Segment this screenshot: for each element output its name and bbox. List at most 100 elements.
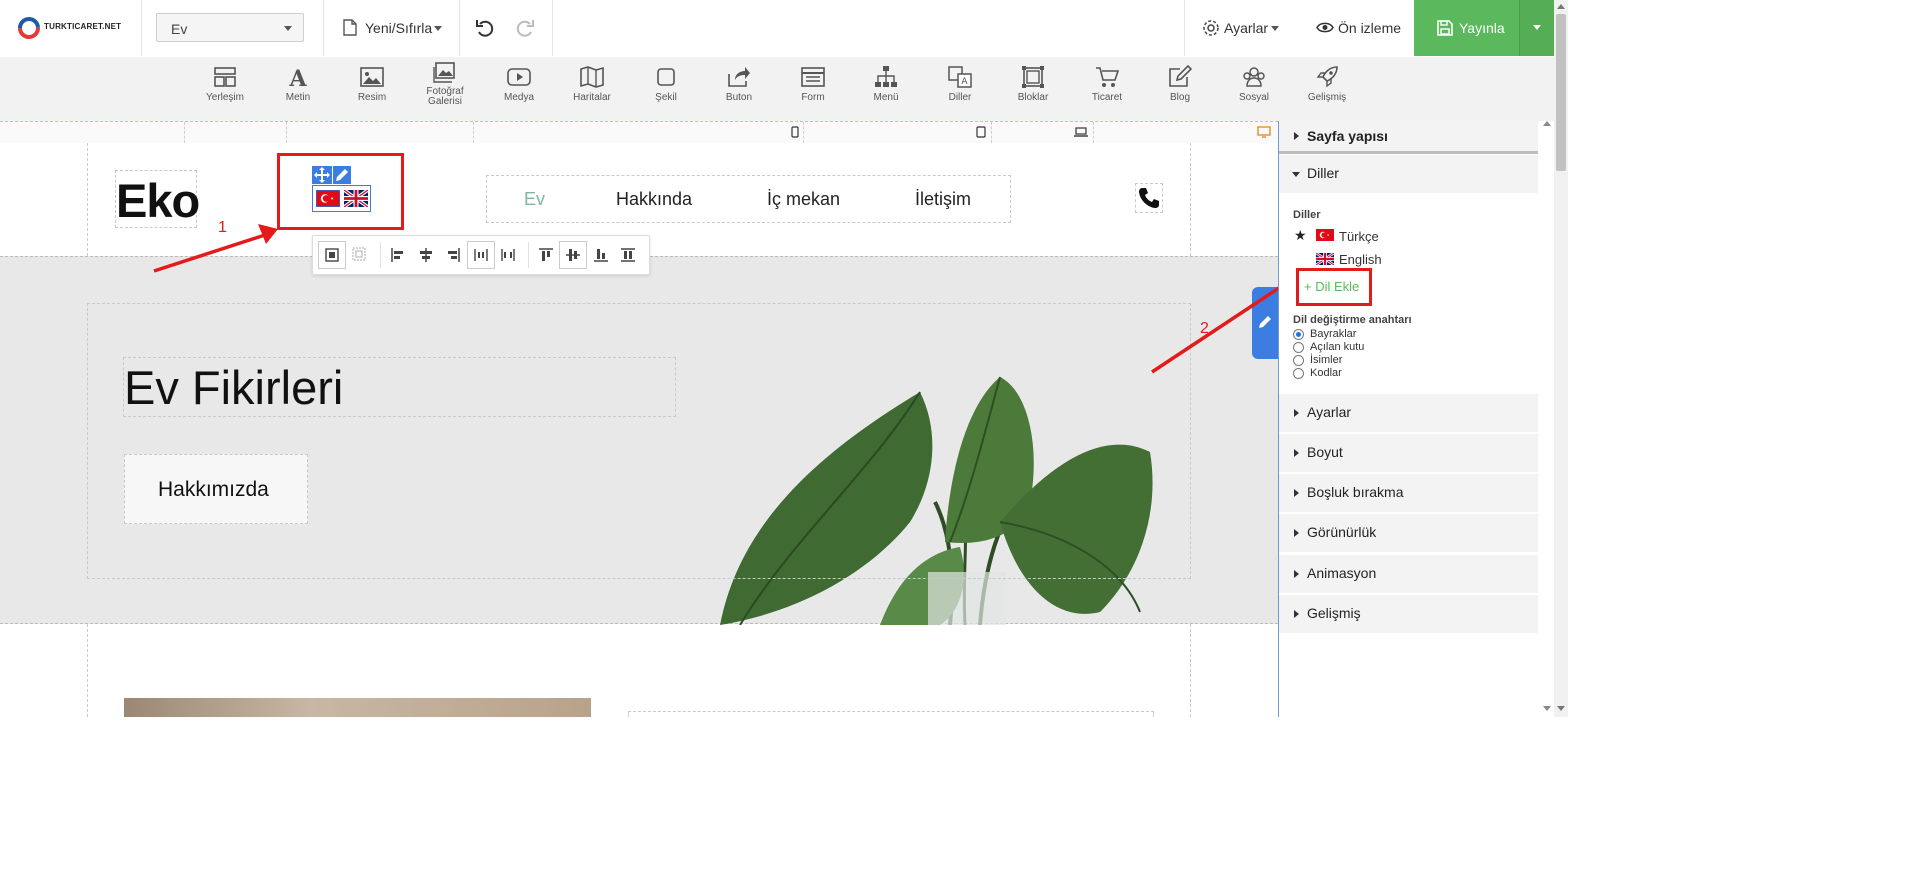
- section-page-structure[interactable]: Sayfa yapısı: [1279, 121, 1538, 154]
- radio-names-label: İsimler: [1310, 354, 1343, 366]
- nav-item-home[interactable]: Ev: [524, 189, 545, 210]
- tool-menu[interactable]: Menü: [851, 65, 921, 103]
- laptop-icon[interactable]: [1074, 127, 1088, 137]
- align-left-icon: [391, 248, 403, 262]
- section-size[interactable]: Boyut: [1279, 434, 1538, 473]
- publish-options-button[interactable]: [1519, 0, 1555, 56]
- blog-icon: [1169, 65, 1192, 87]
- section-animation[interactable]: Animasyon: [1279, 555, 1538, 594]
- section-spacing[interactable]: Boşluk bırakma: [1279, 474, 1538, 513]
- fit-content-button[interactable]: [318, 241, 346, 269]
- tr-flag-icon: [1316, 229, 1334, 241]
- scrollbar-thumb[interactable]: [1556, 14, 1566, 171]
- tablet-icon[interactable]: [976, 126, 986, 138]
- tool-label: Blog: [1169, 92, 1190, 103]
- mobile-icon[interactable]: [791, 126, 799, 138]
- scroll-down-icon[interactable]: [1557, 706, 1565, 711]
- preview-button[interactable]: Ön izleme: [1314, 14, 1401, 42]
- align-right-button[interactable]: [439, 241, 467, 269]
- align-bottom-button[interactable]: [587, 241, 615, 269]
- tool-commerce[interactable]: Ticaret: [1072, 65, 1142, 103]
- tool-gallery[interactable]: Fotoğraf Galerisi: [410, 62, 480, 107]
- radio-flags[interactable]: [1293, 329, 1304, 340]
- tool-label: Şekil: [655, 92, 677, 103]
- tool-maps[interactable]: Haritalar: [557, 65, 627, 103]
- tool-social[interactable]: Sosyal: [1219, 65, 1289, 103]
- breakpoint-ruler: [0, 121, 1278, 144]
- hero-button-label: Hakkımızda: [158, 478, 269, 501]
- hero-title[interactable]: Ev Fikirleri: [123, 357, 676, 417]
- radio-dropdown[interactable]: [1293, 342, 1304, 353]
- content-text-block[interactable]: [628, 711, 1154, 717]
- nav-item-about[interactable]: Hakkında: [616, 189, 692, 210]
- tool-media[interactable]: Medya: [484, 65, 554, 103]
- tool-form[interactable]: Form: [778, 65, 848, 103]
- tool-label: Haritalar: [573, 92, 611, 103]
- tool-text[interactable]: A Metin: [263, 65, 333, 103]
- language-turkish[interactable]: Türkçe: [1339, 229, 1379, 244]
- align-left-button[interactable]: [384, 241, 412, 269]
- tool-blog[interactable]: Blog: [1145, 65, 1215, 103]
- svg-text:A: A: [288, 66, 307, 89]
- page-select[interactable]: Ev: [156, 13, 304, 42]
- section-title: Animasyon: [1307, 565, 1377, 581]
- panel-scroll-down-icon[interactable]: [1543, 706, 1551, 711]
- language-english[interactable]: English: [1339, 252, 1382, 267]
- tool-layout[interactable]: Yerleşim: [190, 65, 260, 103]
- tool-label: Galerisi: [428, 96, 462, 107]
- undo-button[interactable]: [474, 16, 498, 40]
- settings-button[interactable]: Ayarlar: [1200, 14, 1282, 42]
- tool-blocks[interactable]: Bloklar: [998, 65, 1068, 103]
- section-title: Boşluk bırakma: [1307, 484, 1404, 500]
- editor-canvas[interactable]: Eko Ev Hakkında İç mekan İletişim Ev Fik…: [0, 143, 1278, 717]
- align-top-button[interactable]: [532, 241, 560, 269]
- caret-right-icon: [1294, 489, 1299, 497]
- caret-right-icon: [1294, 570, 1299, 578]
- tool-label: Ticaret: [1091, 92, 1123, 103]
- section-visibility[interactable]: Görünürlük: [1279, 514, 1538, 553]
- radio-flags-label: Bayraklar: [1310, 328, 1357, 340]
- nav-item-interior[interactable]: İç mekan: [767, 189, 840, 210]
- hero-about-button[interactable]: Hakkımızda: [124, 454, 308, 524]
- panel-scroll-up-icon[interactable]: [1543, 121, 1551, 126]
- desktop-icon[interactable]: [1257, 126, 1271, 138]
- radio-codes[interactable]: [1293, 368, 1304, 379]
- nav-item-contact[interactable]: İletişim: [915, 189, 971, 210]
- default-star-icon: ★: [1294, 227, 1307, 243]
- redo-icon: [516, 20, 534, 37]
- hero-section[interactable]: Ev Fikirleri Hakkımızda: [0, 256, 1278, 625]
- page-scrollbar[interactable]: [1554, 0, 1568, 717]
- section-settings[interactable]: Ayarlar: [1279, 394, 1538, 433]
- section-languages[interactable]: Diller: [1279, 155, 1538, 194]
- gear-icon: [1203, 20, 1219, 36]
- new-reset-button[interactable]: Yeni/Sıfırla: [340, 14, 445, 42]
- publish-button[interactable]: Yayınla: [1414, 0, 1519, 56]
- phone-widget[interactable]: [1135, 183, 1163, 213]
- align-center-button[interactable]: [412, 241, 440, 269]
- redo-button[interactable]: [514, 16, 538, 40]
- space-between-button[interactable]: [494, 241, 522, 269]
- logo-icon[interactable]: [17, 16, 41, 40]
- tool-languages[interactable]: A Diller: [925, 65, 995, 103]
- scroll-up-icon[interactable]: [1557, 4, 1565, 9]
- uk-flag-icon: [1316, 253, 1334, 265]
- content-image[interactable]: [124, 698, 591, 717]
- properties-panel: Sayfa yapısı Diller Diller ★ Türkçe Engl…: [1278, 121, 1538, 717]
- tool-advanced[interactable]: Gelişmiş: [1292, 65, 1362, 103]
- section-advanced[interactable]: Gelişmiş: [1279, 595, 1538, 634]
- align-top-icon: [539, 248, 553, 261]
- align-middle-button[interactable]: [559, 241, 587, 269]
- stretch-vertical-button[interactable]: [614, 241, 642, 269]
- tool-shape[interactable]: Şekil: [631, 65, 701, 103]
- map-icon: [580, 66, 604, 88]
- full-width-button[interactable]: [346, 241, 374, 269]
- distribute-horizontal-button[interactable]: [467, 241, 495, 269]
- chevron-down-icon: [434, 26, 442, 31]
- chevron-down-icon: [1533, 25, 1541, 30]
- tool-image[interactable]: Resim: [337, 65, 407, 103]
- radio-codes-label: Kodlar: [1310, 367, 1342, 379]
- radio-names[interactable]: [1293, 355, 1304, 366]
- tool-button[interactable]: Buton: [704, 65, 774, 103]
- radio-dropdown-label: Açılan kutu: [1310, 341, 1365, 353]
- caret-down-icon: [1292, 172, 1300, 177]
